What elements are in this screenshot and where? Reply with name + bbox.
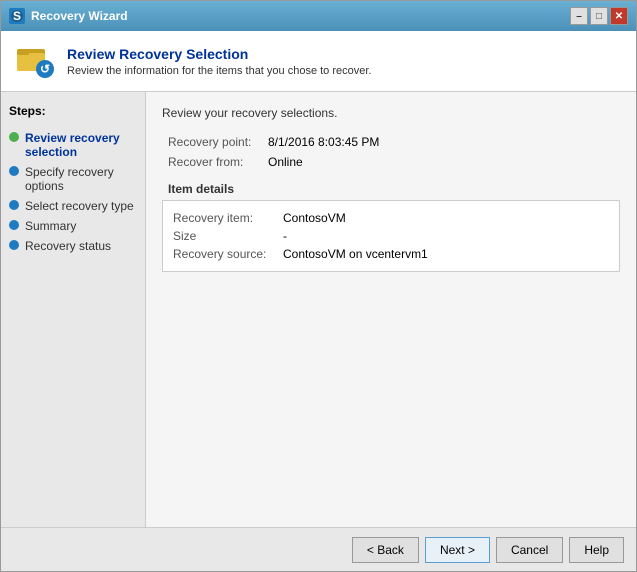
- header-text: Review Recovery Selection Review the inf…: [67, 46, 371, 77]
- header-title: Review Recovery Selection: [67, 46, 371, 62]
- recover-from-label: Recover from:: [162, 152, 262, 172]
- step-dot-4: [9, 220, 19, 230]
- content-area: Steps: Review recovery selection Specify…: [1, 92, 636, 527]
- svg-text:↺: ↺: [40, 62, 50, 76]
- sidebar-item-select-type[interactable]: Select recovery type: [9, 196, 137, 216]
- details-box: Recovery item: ContosoVM Size - Recovery…: [162, 200, 620, 272]
- details-row-item: Recovery item: ContosoVM: [173, 209, 609, 227]
- header-section: ↺ Review Recovery Selection Review the i…: [1, 31, 636, 92]
- item-details-header: Item details: [162, 182, 620, 196]
- details-row-source: Recovery source: ContosoVM on vcentervm1: [173, 245, 609, 263]
- recovery-item-label: Recovery item:: [173, 211, 283, 225]
- size-label: Size: [173, 229, 283, 243]
- sidebar-label-5: Recovery status: [25, 239, 111, 253]
- cancel-button[interactable]: Cancel: [496, 537, 563, 563]
- sidebar-title: Steps:: [9, 104, 137, 118]
- recovery-point-value: 8/1/2016 8:03:45 PM: [262, 132, 620, 152]
- minimize-button[interactable]: –: [570, 7, 588, 25]
- close-button[interactable]: ✕: [610, 7, 628, 25]
- recovery-point-label: Recovery point:: [162, 132, 262, 152]
- sidebar-label-4: Summary: [25, 219, 76, 233]
- svg-text:S: S: [13, 9, 21, 23]
- header-icon: ↺: [15, 41, 55, 81]
- table-row-recovery-point: Recovery point: 8/1/2016 8:03:45 PM: [162, 132, 620, 152]
- title-bar-controls: – □ ✕: [570, 7, 628, 25]
- sidebar: Steps: Review recovery selection Specify…: [1, 92, 146, 527]
- title-bar-left: S Recovery Wizard: [9, 8, 128, 24]
- sidebar-label-2: Specify recovery options: [25, 165, 137, 193]
- step-dot-2: [9, 166, 19, 176]
- main-intro: Review your recovery selections.: [162, 106, 620, 120]
- sidebar-item-specify[interactable]: Specify recovery options: [9, 162, 137, 196]
- sidebar-label-3: Select recovery type: [25, 199, 134, 213]
- sidebar-item-review[interactable]: Review recovery selection: [9, 128, 137, 162]
- window-title: Recovery Wizard: [31, 9, 128, 23]
- info-table: Recovery point: 8/1/2016 8:03:45 PM Reco…: [162, 132, 620, 172]
- step-dot-5: [9, 240, 19, 250]
- footer: < Back Next > Cancel Help: [1, 527, 636, 571]
- details-row-size: Size -: [173, 227, 609, 245]
- recovery-source-label: Recovery source:: [173, 247, 283, 261]
- table-row-recover-from: Recover from: Online: [162, 152, 620, 172]
- sidebar-item-summary[interactable]: Summary: [9, 216, 137, 236]
- main-content: Review your recovery selections. Recover…: [146, 92, 636, 527]
- sidebar-item-status[interactable]: Recovery status: [9, 236, 137, 256]
- maximize-button[interactable]: □: [590, 7, 608, 25]
- step-dot-3: [9, 200, 19, 210]
- size-value: -: [283, 229, 287, 243]
- next-button[interactable]: Next >: [425, 537, 490, 563]
- sidebar-label-1: Review recovery selection: [25, 131, 137, 159]
- recovery-item-value: ContosoVM: [283, 211, 346, 225]
- app-icon: S: [9, 8, 25, 24]
- header-subtitle: Review the information for the items tha…: [67, 65, 371, 77]
- step-dot-1: [9, 132, 19, 142]
- back-button[interactable]: < Back: [352, 537, 419, 563]
- recovery-wizard-window: S Recovery Wizard – □ ✕ ↺ Review Recov: [0, 0, 637, 572]
- title-bar: S Recovery Wizard – □ ✕: [1, 1, 636, 31]
- help-button[interactable]: Help: [569, 537, 624, 563]
- recovery-source-value: ContosoVM on vcentervm1: [283, 247, 428, 261]
- recover-from-value: Online: [262, 152, 620, 172]
